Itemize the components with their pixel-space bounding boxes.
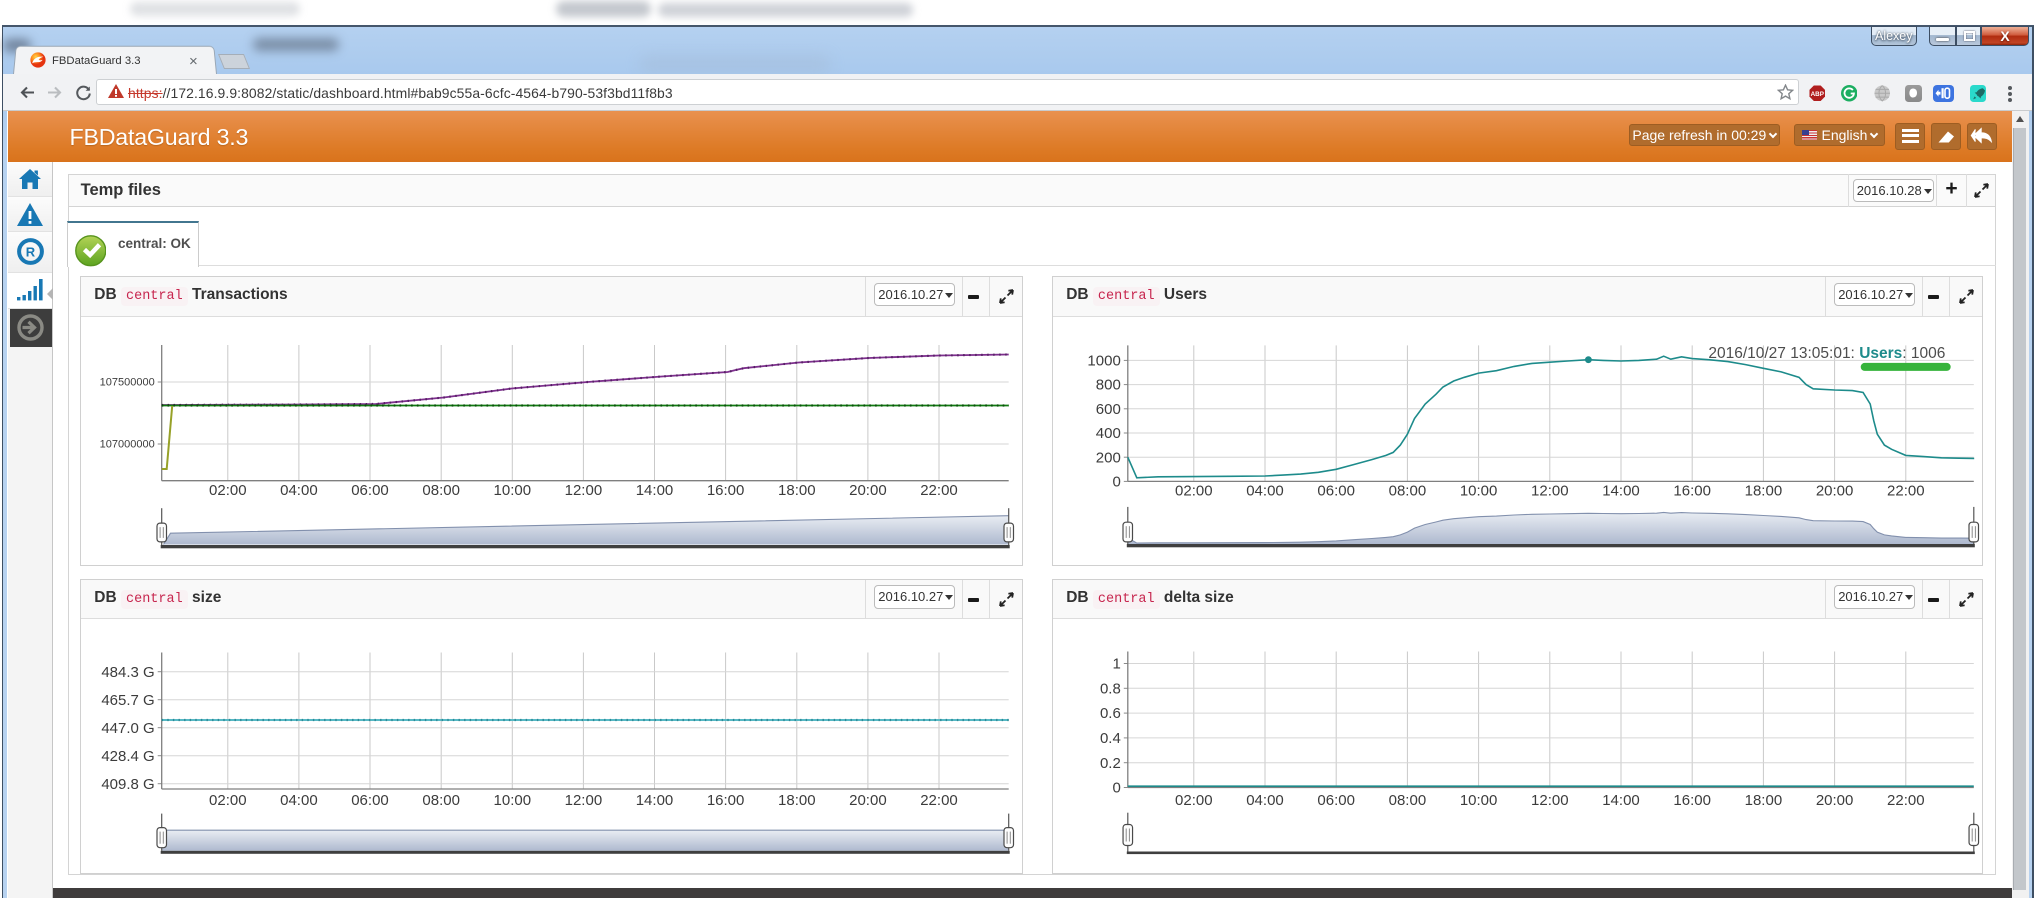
svg-text:14:00: 14:00 (1602, 792, 1640, 809)
svg-text:18:00: 18:00 (778, 792, 816, 809)
svg-text:10:00: 10:00 (494, 792, 532, 809)
svg-text:465.7 G: 465.7 G (102, 692, 155, 709)
svg-text:0.6: 0.6 (1100, 706, 1121, 723)
svg-text:400: 400 (1096, 425, 1121, 442)
svg-text:484.3 G: 484.3 G (102, 664, 155, 681)
svg-text:0.2: 0.2 (1100, 755, 1121, 772)
svg-text:R: R (25, 245, 35, 260)
svg-text:14:00: 14:00 (636, 482, 674, 499)
svg-text:02:00: 02:00 (1175, 792, 1213, 809)
svg-text:0.8: 0.8 (1100, 681, 1121, 698)
svg-text:409.8 G: 409.8 G (102, 776, 155, 793)
svg-text:04:00: 04:00 (280, 482, 318, 499)
svg-text:12:00: 12:00 (1531, 792, 1569, 809)
svg-text:04:00: 04:00 (1246, 482, 1284, 499)
svg-text:800: 800 (1096, 377, 1121, 394)
svg-text:08:00: 08:00 (1389, 482, 1427, 499)
svg-text:18:00: 18:00 (1745, 482, 1783, 499)
svg-text:02:00: 02:00 (209, 792, 247, 809)
svg-text:200: 200 (1096, 449, 1121, 466)
svg-text:2016/10/27 13:05:01: Users: 10: 2016/10/27 13:05:01: Users: 1006 (1709, 345, 1946, 362)
svg-text:14:00: 14:00 (636, 792, 674, 809)
svg-text:18:00: 18:00 (1745, 792, 1783, 809)
svg-text:107500000: 107500000 (100, 377, 155, 389)
svg-text:22:00: 22:00 (921, 482, 959, 499)
svg-text:06:00: 06:00 (352, 482, 390, 499)
svg-text:18:00: 18:00 (778, 482, 816, 499)
svg-text:16:00: 16:00 (1674, 792, 1712, 809)
svg-text:10:00: 10:00 (1460, 482, 1498, 499)
svg-text:06:00: 06:00 (1318, 792, 1356, 809)
svg-text:10:00: 10:00 (1460, 792, 1498, 809)
svg-text:04:00: 04:00 (1246, 792, 1284, 809)
svg-text:10:00: 10:00 (494, 482, 532, 499)
svg-text:0.4: 0.4 (1100, 730, 1121, 747)
svg-text:1000: 1000 (1088, 352, 1121, 369)
svg-text:12:00: 12:00 (1531, 482, 1569, 499)
svg-text:22:00: 22:00 (921, 792, 959, 809)
svg-text:22:00: 22:00 (1887, 792, 1925, 809)
svg-text:02:00: 02:00 (209, 482, 247, 499)
svg-text:06:00: 06:00 (352, 792, 390, 809)
svg-text:20:00: 20:00 (849, 792, 887, 809)
svg-text:08:00: 08:00 (423, 482, 461, 499)
svg-text:0: 0 (1113, 780, 1121, 797)
svg-text:04:00: 04:00 (280, 792, 318, 809)
svg-text:20:00: 20:00 (1816, 482, 1854, 499)
svg-text:16:00: 16:00 (707, 792, 745, 809)
svg-text:22:00: 22:00 (1887, 482, 1925, 499)
svg-text:02:00: 02:00 (1175, 482, 1213, 499)
svg-text:08:00: 08:00 (1389, 792, 1427, 809)
svg-text:16:00: 16:00 (1674, 482, 1712, 499)
svg-text:14:00: 14:00 (1602, 482, 1640, 499)
svg-text:20:00: 20:00 (849, 482, 887, 499)
svg-text:12:00: 12:00 (565, 482, 603, 499)
svg-text:08:00: 08:00 (423, 792, 461, 809)
svg-text:600: 600 (1096, 401, 1121, 418)
svg-text:12:00: 12:00 (565, 792, 603, 809)
svg-text:428.4 G: 428.4 G (102, 748, 155, 765)
svg-text:107000000: 107000000 (100, 439, 155, 451)
svg-text:16:00: 16:00 (707, 482, 745, 499)
svg-text:1: 1 (1113, 656, 1121, 673)
svg-text:06:00: 06:00 (1318, 482, 1356, 499)
svg-text:ABP: ABP (1810, 91, 1823, 98)
svg-text:447.0 G: 447.0 G (102, 720, 155, 737)
svg-text:20:00: 20:00 (1816, 792, 1854, 809)
svg-text:0: 0 (1113, 473, 1121, 490)
